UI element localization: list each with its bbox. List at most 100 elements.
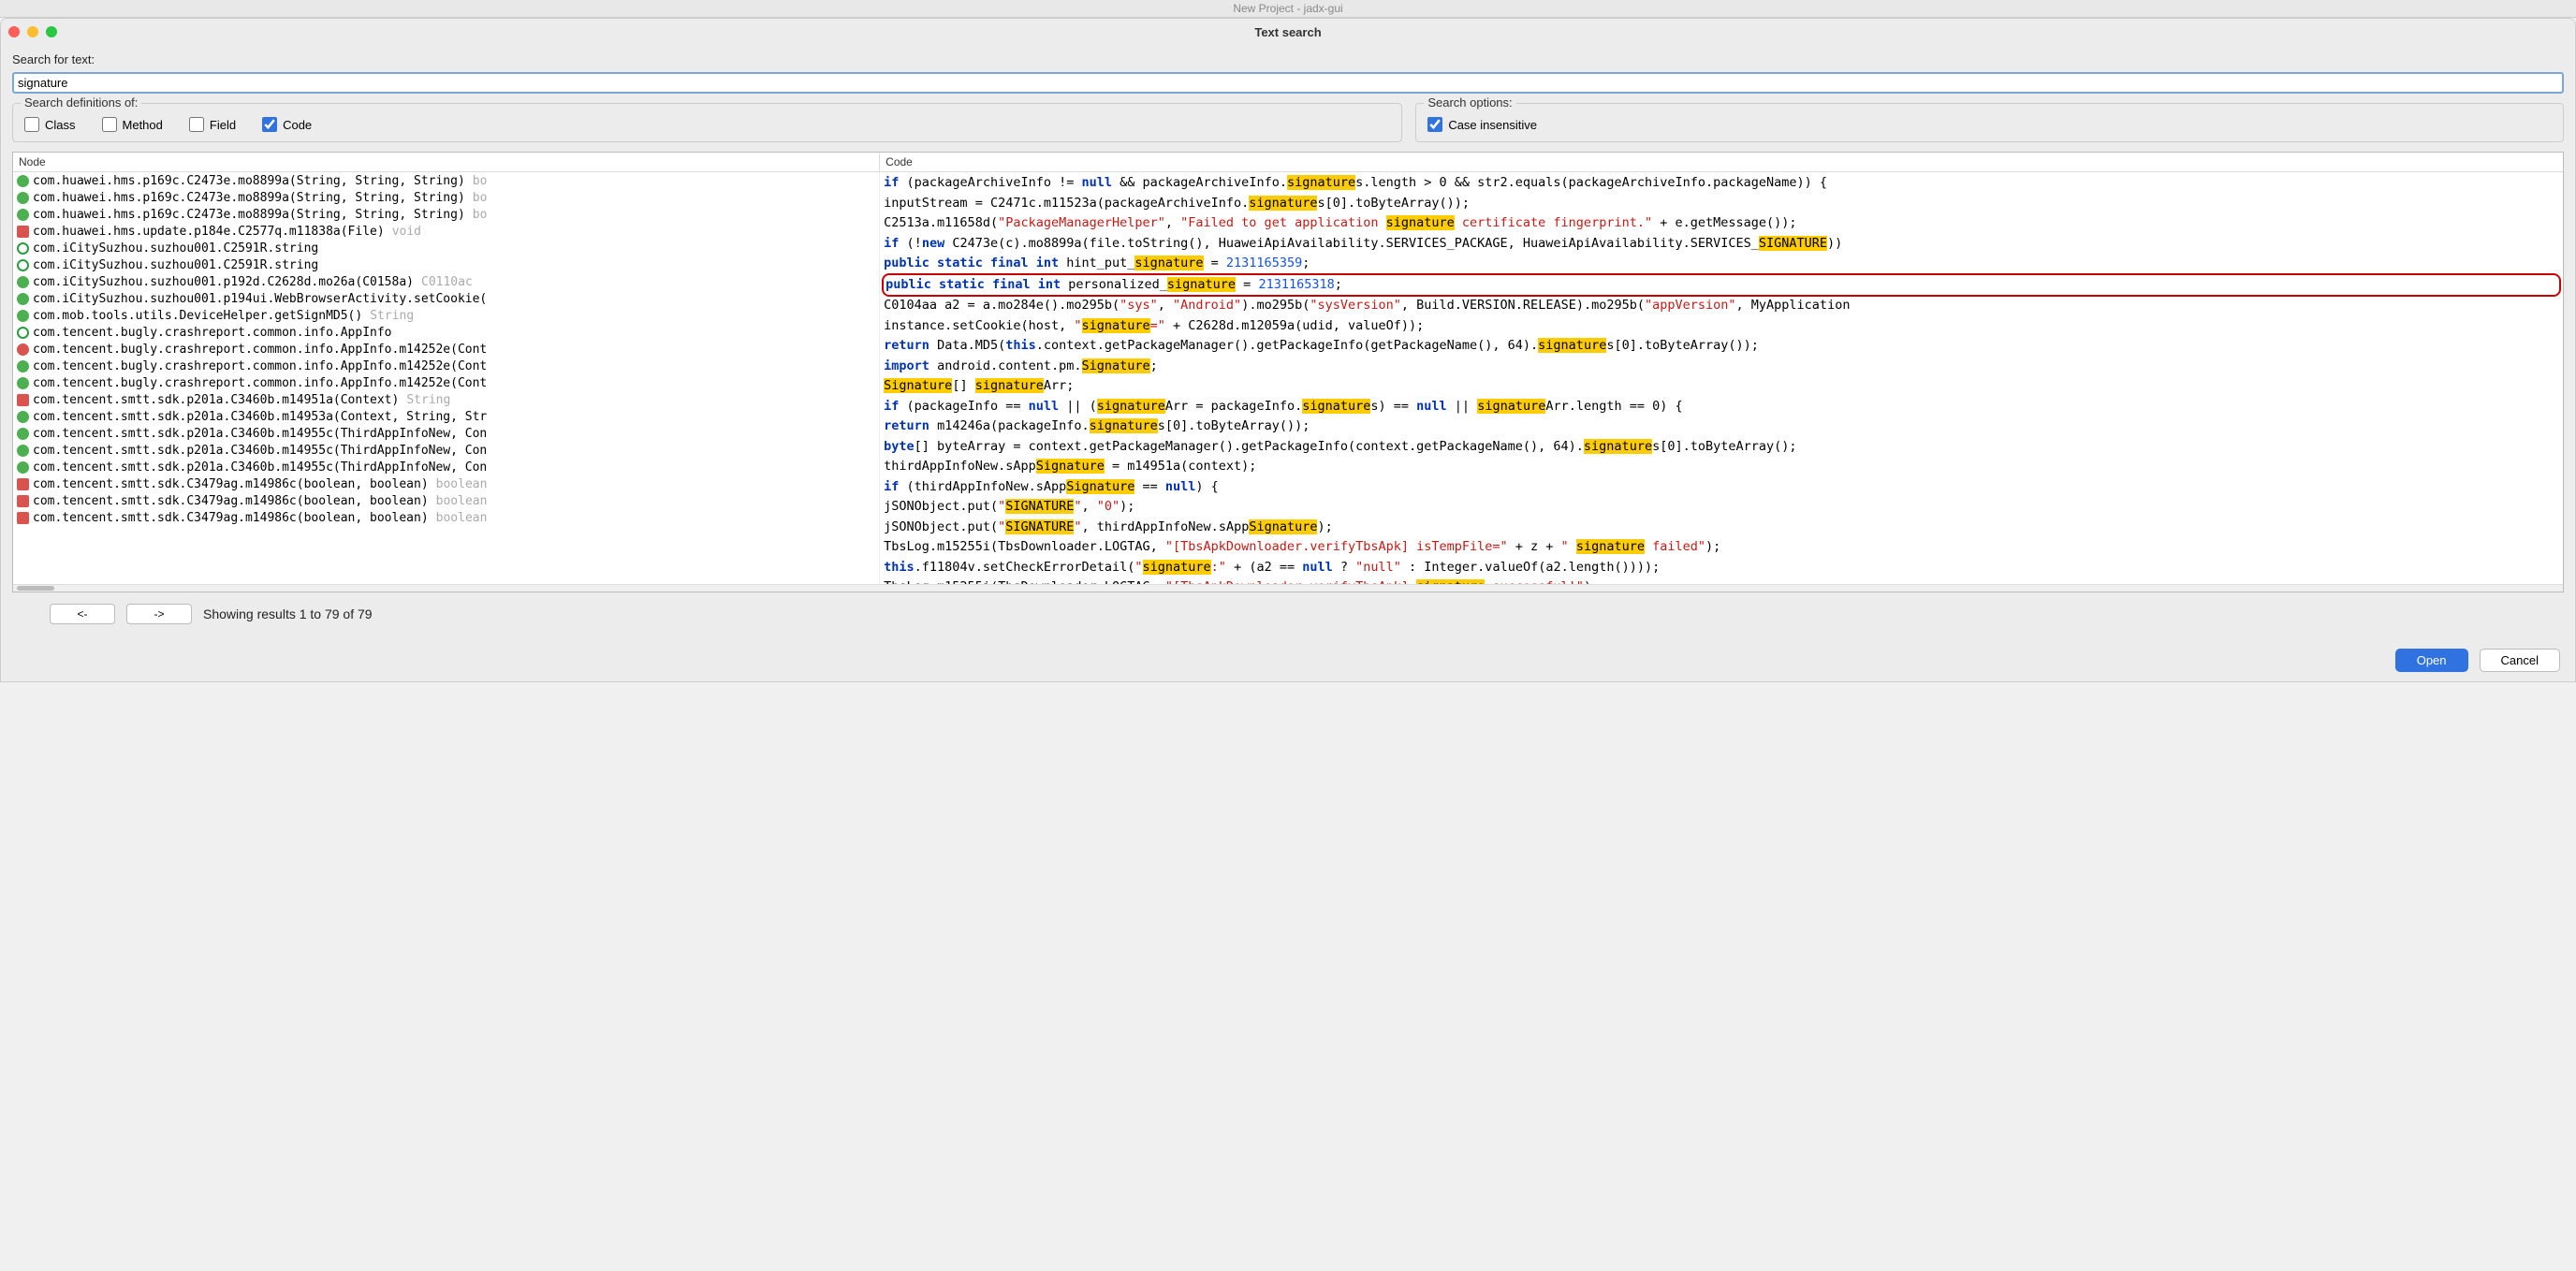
method-icon	[17, 428, 29, 440]
code-line[interactable]: return m14246a(packageInfo.signatures[0]…	[880, 416, 2563, 437]
code-line[interactable]: inputStream = C2471c.m11523a(packageArch…	[880, 194, 2563, 214]
code-line[interactable]: jSONObject.put("SIGNATURE", "0");	[880, 497, 2563, 518]
node-text: com.tencent.smtt.sdk.p201a.C3460b.m14955…	[33, 444, 487, 458]
group-legend: Search options:	[1424, 95, 1515, 110]
code-line[interactable]: TbsLog.m15255i(TbsDownloader.LOGTAG, "[T…	[880, 577, 2563, 584]
table-row[interactable]: com.tencent.bugly.crashreport.common.inf…	[13, 358, 879, 374]
class-icon	[17, 343, 29, 356]
table-row[interactable]: com.tencent.smtt.sdk.p201a.C3460b.m14955…	[13, 442, 879, 459]
code-line[interactable]: import android.content.pm.Signature;	[880, 357, 2563, 377]
search-definitions-group: Search definitions of: Class Method Fiel…	[12, 103, 1402, 142]
return-type: bo	[473, 174, 488, 188]
node-text: com.iCitySuzhou.suzhou001.p194ui.WebBrow…	[33, 292, 487, 306]
node-text: com.iCitySuzhou.suzhou001.C2591R.string	[33, 241, 318, 256]
code-line[interactable]: Signature[] signatureArr;	[880, 376, 2563, 397]
node-text: com.tencent.smtt.sdk.C3479ag.m14986c(boo…	[33, 511, 429, 525]
prev-page-button[interactable]: <-	[50, 604, 115, 624]
code-line[interactable]: if (packageArchiveInfo != null && packag…	[880, 173, 2563, 194]
checkbox-label: Code	[283, 118, 312, 132]
return-type: String	[370, 309, 414, 323]
code-line[interactable]: if (packageInfo == null || (signatureArr…	[880, 397, 2563, 417]
table-row[interactable]: com.tencent.smtt.sdk.C3479ag.m14986c(boo…	[13, 509, 879, 526]
node-text: com.tencent.smtt.sdk.p201a.C3460b.m14951…	[33, 393, 399, 407]
return-type: boolean	[436, 511, 488, 525]
titlebar: Text search	[1, 19, 2575, 45]
node-text: com.tencent.smtt.sdk.p201a.C3460b.m14953…	[33, 410, 487, 424]
horizontal-scrollbar[interactable]	[13, 584, 2563, 592]
table-row[interactable]: com.iCitySuzhou.suzhou001.p192d.C2628d.m…	[13, 273, 879, 290]
search-options-group: Search options: Case insensitive	[1415, 103, 2564, 142]
method-icon	[17, 411, 29, 423]
node-text: com.tencent.bugly.crashreport.common.inf…	[33, 343, 487, 357]
table-row[interactable]: com.tencent.smtt.sdk.p201a.C3460b.m14953…	[13, 408, 879, 425]
code-line[interactable]: thirdAppInfoNew.sAppSignature = m14951a(…	[880, 457, 2563, 477]
table-row[interactable]: com.huawei.hms.update.p184e.C2577q.m1183…	[13, 223, 879, 240]
checkbox-label: Method	[123, 118, 163, 132]
table-row[interactable]: com.tencent.smtt.sdk.p201a.C3460b.m14951…	[13, 391, 879, 408]
dialog-window: Text search Search for text: signature S…	[0, 18, 2576, 682]
return-type: boolean	[436, 477, 488, 491]
code-list[interactable]: if (packageArchiveInfo != null && packag…	[880, 172, 2563, 584]
table-row[interactable]: com.huawei.hms.p169c.C2473e.mo8899a(Stri…	[13, 172, 879, 189]
table-row[interactable]: com.iCitySuzhou.suzhou001.C2591R.string	[13, 256, 879, 273]
checkbox-case-insensitive[interactable]: Case insensitive	[1427, 117, 1537, 132]
code-line[interactable]: instance.setCookie(host, "signature=" + …	[880, 316, 2563, 337]
node-text: com.tencent.smtt.sdk.C3479ag.m14986c(boo…	[33, 494, 429, 508]
search-input[interactable]: signature	[12, 72, 2564, 94]
table-row[interactable]: com.tencent.smtt.sdk.p201a.C3460b.m14955…	[13, 459, 879, 475]
code-line[interactable]: byte[] byteArray = context.getPackageMan…	[880, 437, 2563, 458]
node-text: com.huawei.hms.p169c.C2473e.mo8899a(Stri…	[33, 174, 465, 188]
search-input-text: signature	[18, 76, 67, 90]
code-line[interactable]: if (thirdAppInfoNew.sAppSignature == nul…	[880, 477, 2563, 498]
table-row[interactable]: com.tencent.bugly.crashreport.common.inf…	[13, 374, 879, 391]
node-text: com.tencent.smtt.sdk.C3479ag.m14986c(boo…	[33, 477, 429, 491]
code-line[interactable]: C0104aa a2 = a.mo284e().mo295b("sys", "A…	[880, 296, 2563, 316]
field-icon	[17, 512, 29, 524]
results-table: Node Code com.huawei.hms.p169c.C2473e.mo…	[12, 152, 2564, 592]
field-icon	[17, 394, 29, 406]
checkbox-class[interactable]: Class	[24, 117, 76, 132]
node-text: com.tencent.smtt.sdk.p201a.C3460b.m14955…	[33, 427, 487, 441]
table-row[interactable]: com.huawei.hms.p169c.C2473e.mo8899a(Stri…	[13, 189, 879, 206]
code-line[interactable]: public static final int hint_put_signatu…	[880, 254, 2563, 274]
method-icon	[17, 445, 29, 457]
return-type: String	[406, 393, 450, 407]
code-line[interactable]: this.f11804v.setCheckErrorDetail("signat…	[880, 558, 2563, 578]
table-row[interactable]: com.iCitySuzhou.suzhou001.C2591R.string	[13, 240, 879, 256]
next-page-button[interactable]: ->	[126, 604, 192, 624]
node-text: com.tencent.smtt.sdk.p201a.C3460b.m14955…	[33, 460, 487, 475]
cancel-button[interactable]: Cancel	[2480, 649, 2560, 672]
code-line[interactable]: C2513a.m11658d("PackageManagerHelper", "…	[880, 213, 2563, 234]
node-text: com.tencent.bugly.crashreport.common.inf…	[33, 376, 487, 390]
code-line[interactable]: if (!new C2473e(c).mo8899a(file.toString…	[880, 234, 2563, 255]
code-line[interactable]: TbsLog.m15255i(TbsDownloader.LOGTAG, "[T…	[880, 537, 2563, 558]
method-icon	[17, 209, 29, 221]
column-header-code[interactable]: Code	[880, 153, 2563, 171]
field-icon	[17, 495, 29, 507]
table-row[interactable]: com.huawei.hms.p169c.C2473e.mo8899a(Stri…	[13, 206, 879, 223]
method-icon	[17, 377, 29, 389]
checkbox-method[interactable]: Method	[102, 117, 163, 132]
column-header-node[interactable]: Node	[13, 153, 880, 171]
table-row[interactable]: com.mob.tools.utils.DeviceHelper.getSign…	[13, 307, 879, 324]
checkbox-code[interactable]: Code	[262, 117, 312, 132]
table-row[interactable]: com.tencent.bugly.crashreport.common.inf…	[13, 324, 879, 341]
code-line[interactable]: jSONObject.put("SIGNATURE", thirdAppInfo…	[880, 518, 2563, 538]
return-type: boolean	[436, 494, 488, 508]
node-text: com.iCitySuzhou.suzhou001.C2591R.string	[33, 258, 318, 272]
open-button[interactable]: Open	[2395, 649, 2468, 672]
table-row[interactable]: com.tencent.smtt.sdk.C3479ag.m14986c(boo…	[13, 492, 879, 509]
parent-window-title: New Project - jadx-gui	[0, 0, 2576, 18]
method-icon	[17, 276, 29, 288]
node-list[interactable]: com.huawei.hms.p169c.C2473e.mo8899a(Stri…	[13, 172, 880, 584]
table-row[interactable]: com.tencent.smtt.sdk.C3479ag.m14986c(boo…	[13, 475, 879, 492]
table-row[interactable]: com.tencent.bugly.crashreport.common.inf…	[13, 341, 879, 358]
table-row[interactable]: com.iCitySuzhou.suzhou001.p194ui.WebBrow…	[13, 290, 879, 307]
checkbox-field[interactable]: Field	[189, 117, 236, 132]
checkbox-label: Field	[210, 118, 236, 132]
method-icon	[17, 310, 29, 322]
code-line[interactable]: return Data.MD5(this.context.getPackageM…	[880, 336, 2563, 357]
code-line[interactable]: public static final int personalized_sig…	[882, 273, 2561, 298]
method-icon	[17, 461, 29, 474]
table-row[interactable]: com.tencent.smtt.sdk.p201a.C3460b.m14955…	[13, 425, 879, 442]
